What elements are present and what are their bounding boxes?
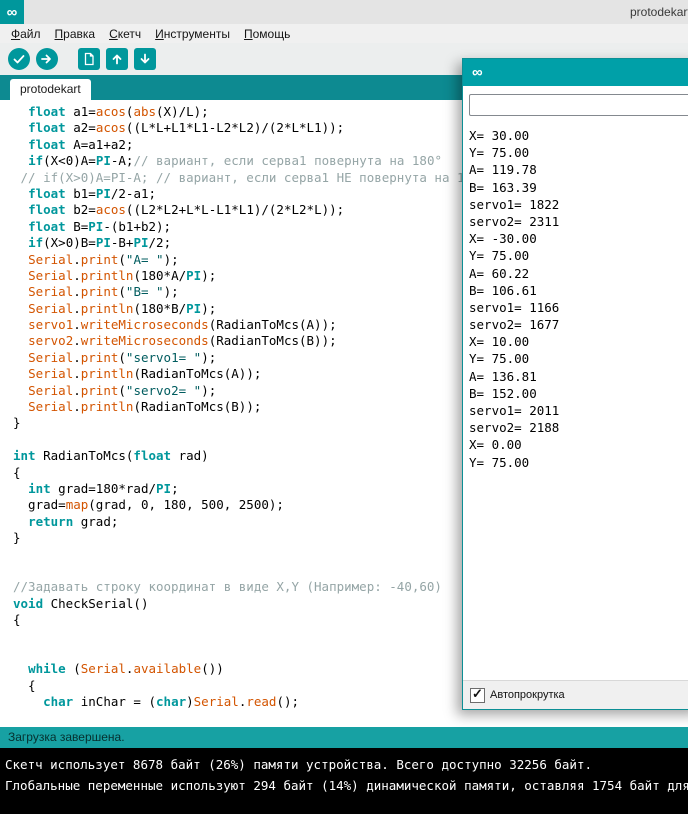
- serial-output-line: A= 136.81: [469, 368, 688, 385]
- arrow-up-icon: [110, 52, 124, 66]
- status-bar: Загрузка завершена.: [0, 727, 688, 748]
- menu-item-sketch[interactable]: Скетч: [102, 27, 148, 41]
- document-icon: [82, 52, 96, 66]
- upload-button[interactable]: [36, 48, 58, 70]
- new-button[interactable]: [78, 48, 100, 70]
- menu-bar: ФайлПравкаСкетчИнструментыПомощь: [0, 24, 688, 43]
- serial-output-line: servo1= 1822: [469, 196, 688, 213]
- serial-output-line: Y= 75.00: [469, 350, 688, 367]
- serial-output-line: B= 163.39: [469, 179, 688, 196]
- menu-item-tools[interactable]: Инструменты: [148, 27, 237, 41]
- title-bar: ∞ protodekart: [0, 0, 688, 24]
- check-icon: [12, 52, 26, 66]
- serial-output-line: servo2= 1677: [469, 316, 688, 333]
- verify-button[interactable]: [8, 48, 30, 70]
- open-button[interactable]: [106, 48, 128, 70]
- serial-output-line: Y= 75.00: [469, 144, 688, 161]
- serial-monitor-titlebar[interactable]: ∞: [463, 59, 688, 86]
- autoscroll-checkbox[interactable]: [470, 688, 485, 703]
- console-line: Глобальные переменные используют 294 бай…: [5, 775, 688, 796]
- tab-protodekart[interactable]: protodekart: [10, 79, 91, 100]
- menu-item-edit[interactable]: Правка: [48, 27, 103, 41]
- serial-output-line: B= 152.00: [469, 385, 688, 402]
- save-button[interactable]: [134, 48, 156, 70]
- serial-monitor-bottom-bar: Автопрокрутка: [463, 680, 688, 709]
- serial-output[interactable]: X= 30.00Y= 75.00A= 119.78B= 163.39servo1…: [463, 122, 688, 680]
- console-output[interactable]: Скетч использует 8678 байт (26%) памяти …: [0, 748, 688, 814]
- serial-output-line: X= -30.00: [469, 230, 688, 247]
- arrow-right-icon: [40, 52, 54, 66]
- serial-output-line: servo1= 2011: [469, 402, 688, 419]
- status-message: Загрузка завершена.: [8, 730, 125, 744]
- serial-monitor-window: ∞ X= 30.00Y= 75.00A= 119.78B= 163.39serv…: [462, 58, 688, 710]
- serial-output-line: servo2= 2311: [469, 213, 688, 230]
- serial-output-line: X= 10.00: [469, 333, 688, 350]
- serial-output-line: A= 119.78: [469, 161, 688, 178]
- serial-output-line: servo2= 2188: [469, 419, 688, 436]
- serial-output-line: Y= 75.00: [469, 454, 688, 471]
- serial-output-line: X= 30.00: [469, 127, 688, 144]
- arduino-logo-icon: ∞: [472, 65, 483, 80]
- window-title: protodekart: [630, 0, 688, 24]
- menu-item-help[interactable]: Помощь: [237, 27, 297, 41]
- tab-label: protodekart: [20, 82, 81, 96]
- arrow-down-icon: [138, 52, 152, 66]
- serial-output-line: A= 60.22: [469, 265, 688, 282]
- serial-output-line: servo1= 1166: [469, 299, 688, 316]
- autoscroll-label: Автопрокрутка: [490, 689, 565, 701]
- arduino-logo-icon: ∞: [0, 0, 24, 24]
- console-line: Скетч использует 8678 байт (26%) памяти …: [5, 754, 688, 775]
- serial-output-line: Y= 75.00: [469, 247, 688, 264]
- serial-input[interactable]: [469, 94, 688, 116]
- serial-output-line: B= 106.61: [469, 282, 688, 299]
- serial-input-row: [463, 86, 688, 122]
- serial-output-line: X= 0.00: [469, 436, 688, 453]
- menu-item-file[interactable]: Файл: [4, 27, 48, 41]
